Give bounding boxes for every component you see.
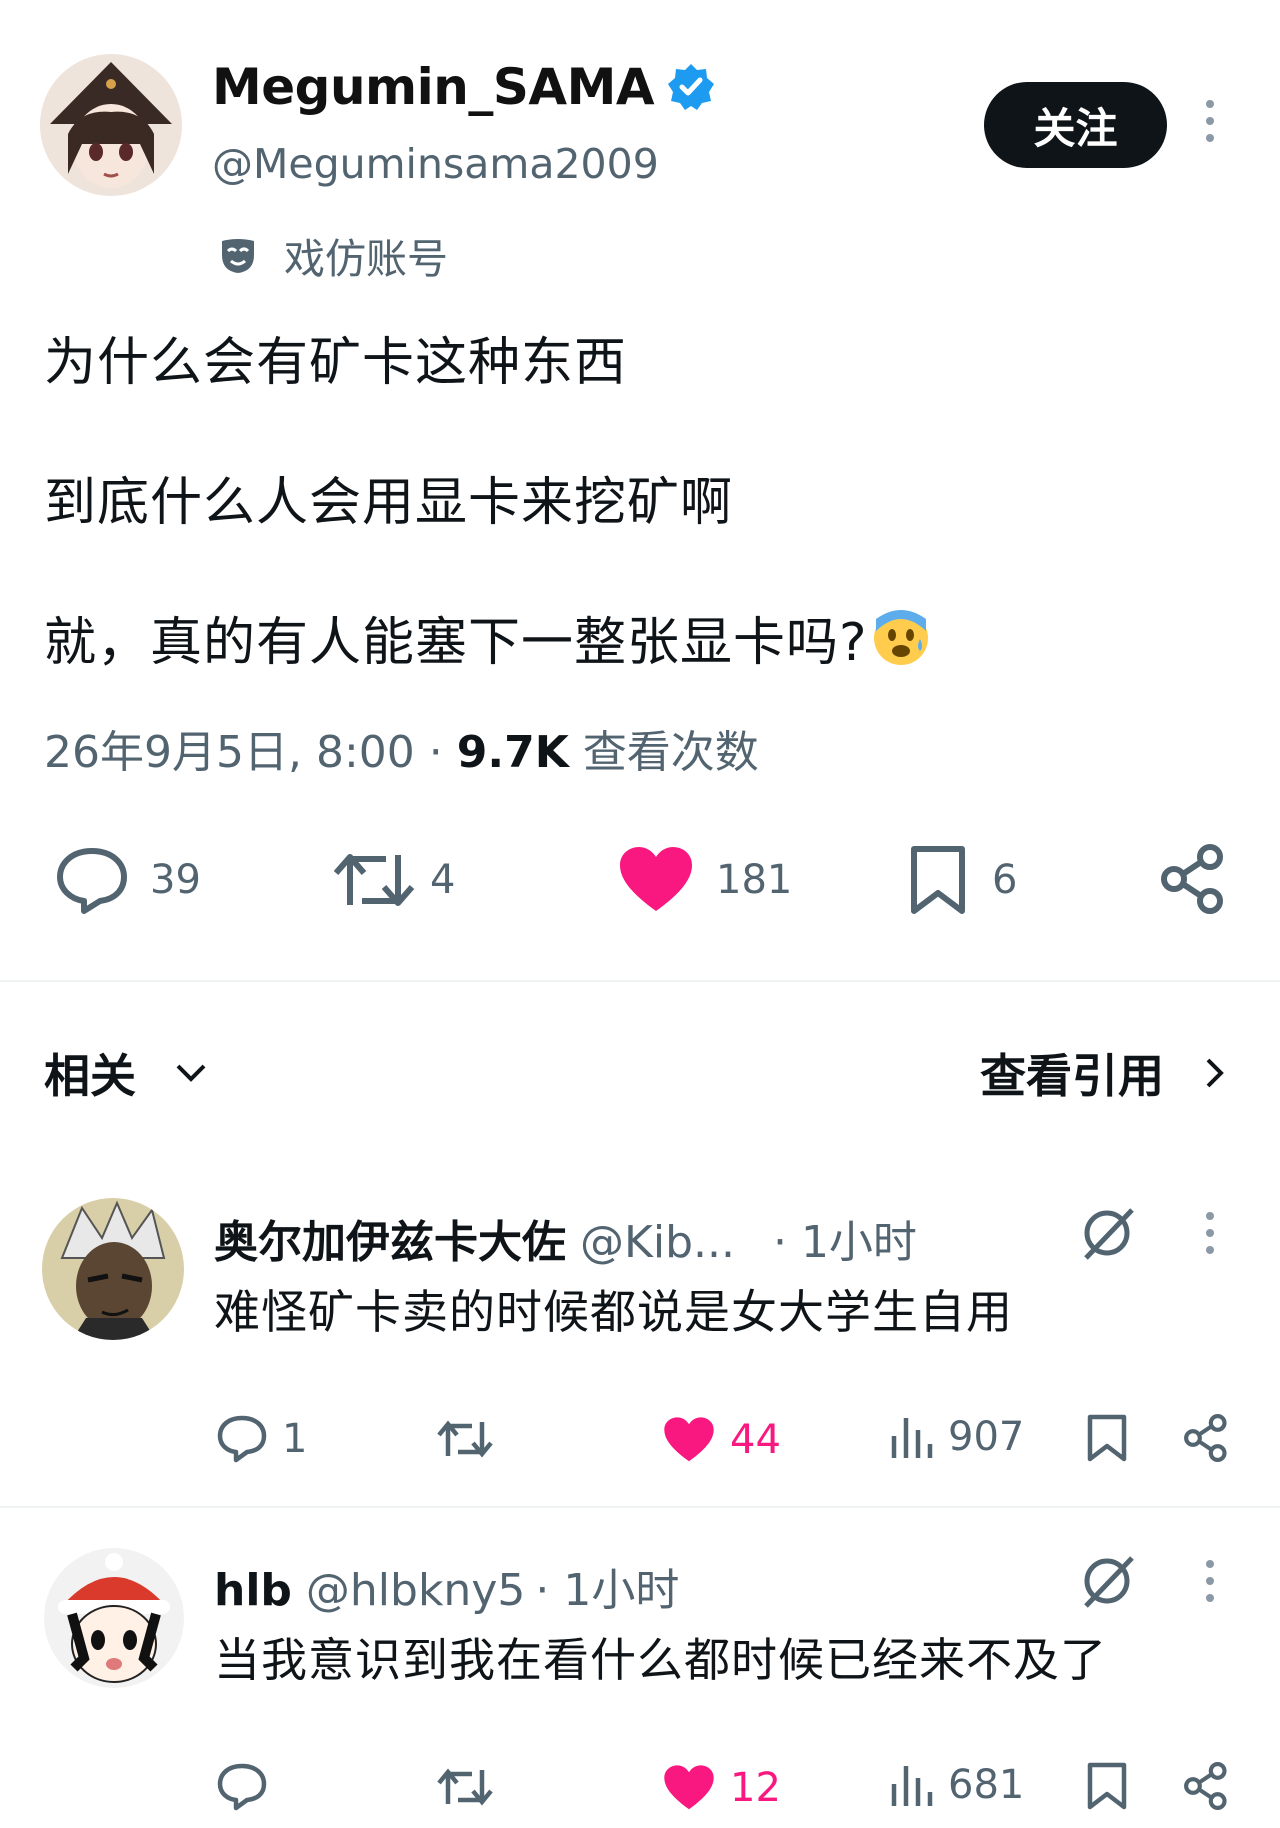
reply-button[interactable]: 39 <box>54 845 201 915</box>
share-icon <box>1184 1413 1227 1462</box>
tweet-timestamp[interactable]: 26年9月5日, 8:00 <box>44 727 415 778</box>
heart-filled-icon <box>664 1417 714 1462</box>
reply-share-button[interactable] <box>1182 1412 1230 1464</box>
reply-header: hlb @hlbkny5 · 1小时 <box>214 1554 679 1618</box>
view-count-label: 查看次数 <box>582 727 759 778</box>
view-quotes-link[interactable]: 查看引用 <box>980 1040 1226 1106</box>
author-display-name[interactable]: Megumin_SAMA <box>212 58 716 116</box>
reply-timestamp[interactable]: · 1小时 <box>773 1206 917 1270</box>
reply-views-button[interactable]: 681 <box>890 1762 1024 1808</box>
reply-count: 39 <box>150 857 201 903</box>
bookmark-count: 6 <box>992 857 1018 903</box>
anxious-face-emoji-icon <box>872 609 930 667</box>
like-count: 181 <box>716 857 793 903</box>
reply-reply-button[interactable]: 1 <box>216 1414 307 1464</box>
chevron-down-icon <box>176 1064 206 1082</box>
heart-filled-icon <box>620 847 692 911</box>
reply-more-icon[interactable] <box>1204 1212 1216 1254</box>
reply-like-button[interactable]: 44 <box>662 1416 781 1464</box>
tweet-text-line-3: 就，真的有人能塞下一整张显卡吗? <box>44 600 930 675</box>
divider <box>0 980 1280 982</box>
reply-author-handle[interactable]: @hlbkny5 <box>306 1565 525 1616</box>
reply-icon <box>57 848 127 914</box>
grok-icon[interactable] <box>1078 1204 1136 1262</box>
reply-icon <box>217 1415 267 1463</box>
reply-avatar[interactable] <box>42 1198 184 1340</box>
meta-separator: · <box>428 727 443 778</box>
reply-timestamp[interactable]: · 1小时 <box>535 1554 679 1618</box>
mask-icon <box>222 239 254 273</box>
view-count: 9.7K <box>456 727 569 778</box>
retweet-count: 4 <box>430 857 456 903</box>
bar-chart-icon <box>891 1418 933 1458</box>
parody-label: 戏仿账号 <box>218 225 448 285</box>
share-icon <box>1161 844 1223 914</box>
tweet-text-line-3-text: 就，真的有人能塞下一整张显卡吗? <box>44 613 868 673</box>
view-quotes-label: 查看引用 <box>980 1049 1164 1103</box>
reply-share-button[interactable] <box>1182 1760 1230 1812</box>
retweet-icon <box>437 1768 493 1806</box>
reply-like-button[interactable]: 12 <box>662 1764 781 1812</box>
bookmark-icon <box>1087 1414 1127 1462</box>
reply-view-count: 907 <box>948 1414 1025 1460</box>
chevron-right-icon <box>1206 1058 1224 1088</box>
reply-icon <box>217 1763 267 1811</box>
tweet-text-line-1: 为什么会有矿卡这种东西 <box>44 333 628 393</box>
follow-button[interactable]: 关注 <box>984 82 1167 168</box>
share-button[interactable] <box>1158 843 1228 915</box>
reply-retweet-button[interactable] <box>436 1416 494 1462</box>
author-avatar[interactable] <box>40 54 182 196</box>
parody-label-text: 戏仿账号 <box>284 235 448 283</box>
heart-filled-icon <box>664 1765 714 1810</box>
author-handle[interactable]: @Meguminsama2009 <box>212 140 659 188</box>
reply-author-name[interactable]: 奥尔加伊兹卡大佐 <box>214 1206 566 1270</box>
verified-badge-icon <box>666 62 716 112</box>
grok-icon[interactable] <box>1078 1552 1136 1610</box>
bookmark-button[interactable]: 6 <box>908 845 1017 915</box>
reply-reply-count: 1 <box>282 1416 308 1462</box>
reply-bookmark-button[interactable] <box>1086 1414 1128 1462</box>
bookmark-icon <box>911 846 965 914</box>
bookmark-icon <box>1087 1762 1127 1810</box>
author-name-text: Megumin_SAMA <box>212 58 655 116</box>
related-label: 相关 <box>44 1049 136 1103</box>
tweet-text-line-2: 到底什么人会用显卡来挖矿啊 <box>44 473 734 533</box>
reply-bookmark-button[interactable] <box>1086 1762 1128 1810</box>
reply-like-count: 12 <box>730 1765 781 1811</box>
related-dropdown[interactable]: 相关 <box>44 1040 208 1106</box>
reply-avatar[interactable] <box>44 1548 184 1688</box>
like-button[interactable]: 181 <box>618 845 792 915</box>
retweet-icon <box>437 1420 493 1458</box>
reply-header: 奥尔加伊兹卡大佐 @Kib... · 1小时 <box>214 1206 917 1270</box>
bar-chart-icon <box>891 1766 933 1806</box>
reply-like-count: 44 <box>730 1417 781 1463</box>
reply-text: 当我意识到我在看什么都时候已经来不及了 <box>214 1633 1107 1687</box>
retweet-button[interactable]: 4 <box>332 845 455 915</box>
tweet-meta: 26年9月5日, 8:00 · 9.7K 查看次数 <box>44 716 759 780</box>
reply-more-icon[interactable] <box>1204 1560 1216 1602</box>
reply-reply-button[interactable] <box>216 1762 282 1812</box>
retweet-icon <box>333 854 415 906</box>
more-options-icon[interactable] <box>1204 100 1216 142</box>
reply-views-button[interactable]: 907 <box>890 1414 1024 1460</box>
share-icon <box>1184 1761 1227 1810</box>
divider <box>0 1506 1280 1508</box>
reply-author-handle[interactable]: @Kib... <box>580 1217 735 1268</box>
reply-text: 难怪矿卡卖的时候都说是女大学生自用 <box>214 1285 1013 1339</box>
reply-view-count: 681 <box>948 1762 1025 1808</box>
reply-author-name[interactable]: hlb <box>214 1565 292 1616</box>
reply-retweet-button[interactable] <box>436 1764 494 1810</box>
